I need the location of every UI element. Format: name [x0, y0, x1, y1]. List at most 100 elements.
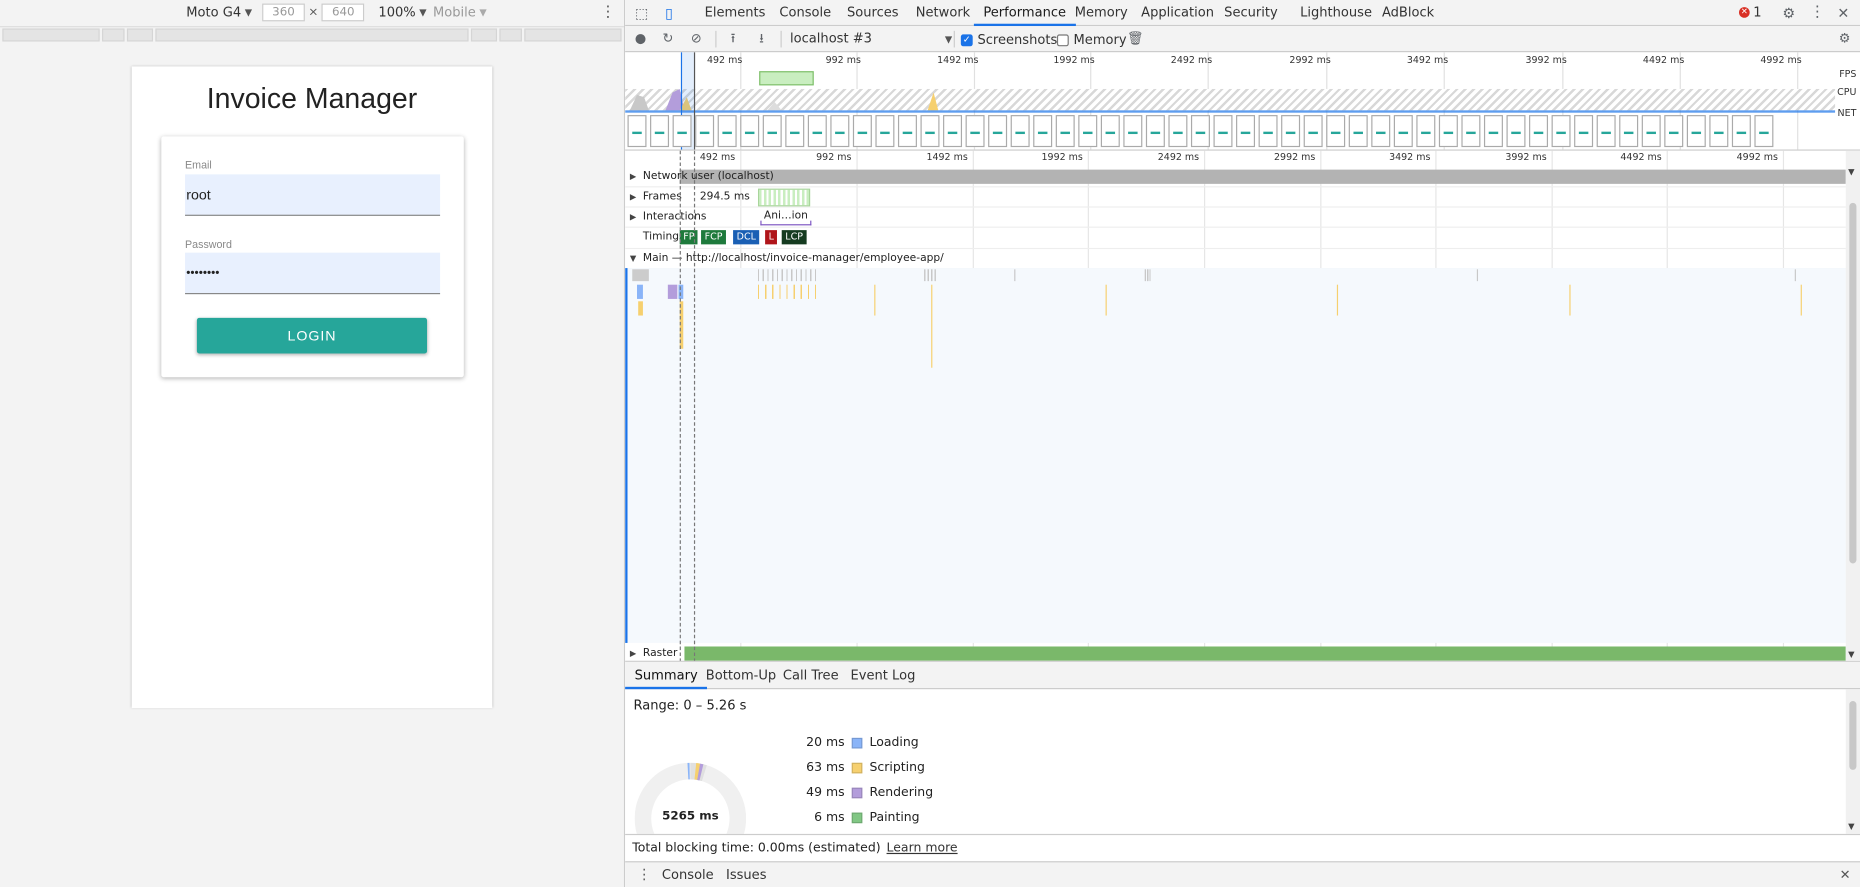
- scrollbar-thumb[interactable]: [1849, 701, 1857, 770]
- screenshot-thumbnail[interactable]: [1033, 115, 1053, 148]
- width-input[interactable]: 360: [262, 3, 305, 22]
- login-button[interactable]: LOGIN: [196, 317, 428, 354]
- screenshot-thumbnail[interactable]: [672, 115, 692, 148]
- learn-more-link[interactable]: Learn more: [887, 841, 958, 855]
- timing-load[interactable]: L: [765, 230, 778, 245]
- screenshot-thumbnail[interactable]: [988, 115, 1008, 148]
- gear-icon[interactable]: ⚙: [1836, 31, 1853, 48]
- screenshot-thumbnail[interactable]: [1641, 115, 1661, 148]
- tab-performance[interactable]: Performance: [973, 0, 1076, 27]
- flame-task[interactable]: [667, 284, 678, 299]
- tab-elements[interactable]: Elements: [705, 0, 766, 26]
- flame-task-cluster[interactable]: [757, 269, 818, 282]
- screenshot-thumbnail[interactable]: [920, 115, 940, 148]
- screenshot-thumbnail[interactable]: [830, 115, 850, 148]
- screenshot-thumbnail[interactable]: [762, 115, 782, 148]
- scroll-down-icon[interactable]: ▼: [1848, 822, 1854, 831]
- flame-task-cluster[interactable]: [924, 269, 936, 282]
- screenshot-thumbnail[interactable]: [740, 115, 760, 148]
- drawer-tab-issues[interactable]: Issues: [726, 862, 767, 887]
- zoom-select[interactable]: 100% ▼: [378, 5, 426, 20]
- flame-task[interactable]: [1014, 269, 1016, 282]
- scroll-down-icon[interactable]: ▼: [1848, 167, 1854, 176]
- main-thread-flamechart[interactable]: [625, 268, 1846, 643]
- flame-task[interactable]: [638, 301, 643, 316]
- tab-summary[interactable]: Summary: [625, 662, 708, 690]
- screenshot-thumbnail[interactable]: [1574, 115, 1594, 148]
- flame-task[interactable]: [1800, 284, 1802, 316]
- screenshot-thumbnail[interactable]: [1055, 115, 1075, 148]
- tab-application[interactable]: Application: [1141, 0, 1214, 26]
- timing-fp[interactable]: FP: [679, 230, 699, 245]
- screenshot-thumbnail[interactable]: [852, 115, 872, 148]
- screenshot-thumbnail[interactable]: [1709, 115, 1729, 148]
- tab-network[interactable]: Network: [916, 0, 970, 26]
- device-select[interactable]: Moto G4 ▼: [186, 5, 252, 20]
- memory-checkbox[interactable]: Memory: [1056, 32, 1127, 47]
- screenshot-thumbnail[interactable]: [1596, 115, 1616, 148]
- screenshot-thumbnail[interactable]: [1551, 115, 1571, 148]
- summary-scrollbar[interactable]: ▼: [1845, 689, 1860, 834]
- close-icon[interactable]: ✕: [1840, 867, 1851, 882]
- screenshot-thumbnail[interactable]: [807, 115, 827, 148]
- media-query-bar[interactable]: [0, 28, 624, 42]
- email-field[interactable]: root: [185, 174, 441, 216]
- tab-event-log[interactable]: Event Log: [851, 662, 916, 689]
- media-query-segment[interactable]: [471, 28, 498, 42]
- screenshot-thumbnail[interactable]: [943, 115, 963, 148]
- timeline-flamechart[interactable]: 492 ms 992 ms 1492 ms 1992 ms 2492 ms 29…: [625, 150, 1860, 662]
- screenshot-thumbnail[interactable]: [1461, 115, 1481, 148]
- inspect-element-icon[interactable]: ⬚: [633, 5, 650, 22]
- flame-task[interactable]: [931, 284, 933, 368]
- screenshot-thumbnail[interactable]: [650, 115, 670, 148]
- timing-fcp[interactable]: FCP: [701, 230, 726, 245]
- trash-icon[interactable]: 🗑: [1127, 31, 1144, 48]
- media-query-segment[interactable]: [126, 28, 153, 42]
- screenshot-thumbnail[interactable]: [1213, 115, 1233, 148]
- screenshots-checkbox[interactable]: ✓ Screenshots: [960, 32, 1057, 47]
- flame-task[interactable]: [874, 284, 876, 316]
- screenshot-thumbnail[interactable]: [1190, 115, 1210, 148]
- more-vertical-icon[interactable]: ⋮: [1809, 4, 1826, 22]
- timing-dcl[interactable]: DCL: [733, 230, 760, 245]
- screenshot-thumbnail[interactable]: [1281, 115, 1301, 148]
- screenshot-thumbnail[interactable]: [1438, 115, 1458, 148]
- drawer-tab-console[interactable]: Console: [662, 862, 714, 887]
- screenshot-thumbnail[interactable]: [1483, 115, 1503, 148]
- media-query-segment[interactable]: [524, 28, 622, 42]
- frame-duration[interactable]: 294.5 ms: [700, 191, 750, 203]
- tab-security[interactable]: Security: [1224, 0, 1278, 26]
- timeline-overview[interactable]: 492 ms 992 ms 1492 ms 1992 ms 2492 ms 29…: [625, 52, 1860, 151]
- track-main[interactable]: ▼ Main — http://localhost/invoice-manage…: [625, 249, 1846, 270]
- timeline-scrollbar[interactable]: ▼ ▼: [1845, 150, 1860, 661]
- flame-task-cluster[interactable]: [757, 284, 818, 299]
- timing-lcp[interactable]: LCP: [781, 230, 807, 245]
- screenshot-thumbnail[interactable]: [1326, 115, 1346, 148]
- screenshot-thumbnail[interactable]: [1145, 115, 1165, 148]
- screenshot-thumbnail[interactable]: [1010, 115, 1030, 148]
- reload-record-icon[interactable]: ↻: [660, 31, 677, 48]
- screenshot-thumbnail[interactable]: [627, 115, 647, 148]
- screenshot-thumbnail[interactable]: [1664, 115, 1684, 148]
- height-input[interactable]: 640: [321, 3, 365, 22]
- flame-task[interactable]: [637, 284, 643, 299]
- media-query-segment[interactable]: [499, 28, 523, 42]
- scrollbar-thumb[interactable]: [1849, 202, 1857, 564]
- screenshot-thumbnail[interactable]: [1506, 115, 1526, 148]
- screenshot-thumbnail[interactable]: [1754, 115, 1774, 148]
- screenshot-thumbnail[interactable]: [1619, 115, 1639, 148]
- track-frames[interactable]: ▶ Frames 294.5 ms: [625, 187, 1846, 208]
- screenshot-thumbnail[interactable]: [1393, 115, 1413, 148]
- tab-adblock[interactable]: AdBlock: [1382, 0, 1434, 26]
- screenshot-thumbnail[interactable]: [1416, 115, 1436, 148]
- media-query-segment[interactable]: [2, 28, 100, 42]
- flame-task[interactable]: [1476, 269, 1479, 282]
- tab-lighthouse[interactable]: Lighthouse: [1300, 0, 1372, 26]
- screenshot-thumbnail[interactable]: [1348, 115, 1368, 148]
- throttle-select[interactable]: Mobile ▼: [433, 5, 487, 20]
- screenshot-thumbnail[interactable]: [1100, 115, 1120, 148]
- screenshot-thumbnail[interactable]: [785, 115, 805, 148]
- screenshot-thumbnail[interactable]: [965, 115, 985, 148]
- screenshot-thumbnail[interactable]: [1236, 115, 1256, 148]
- frame-bars[interactable]: [757, 188, 811, 207]
